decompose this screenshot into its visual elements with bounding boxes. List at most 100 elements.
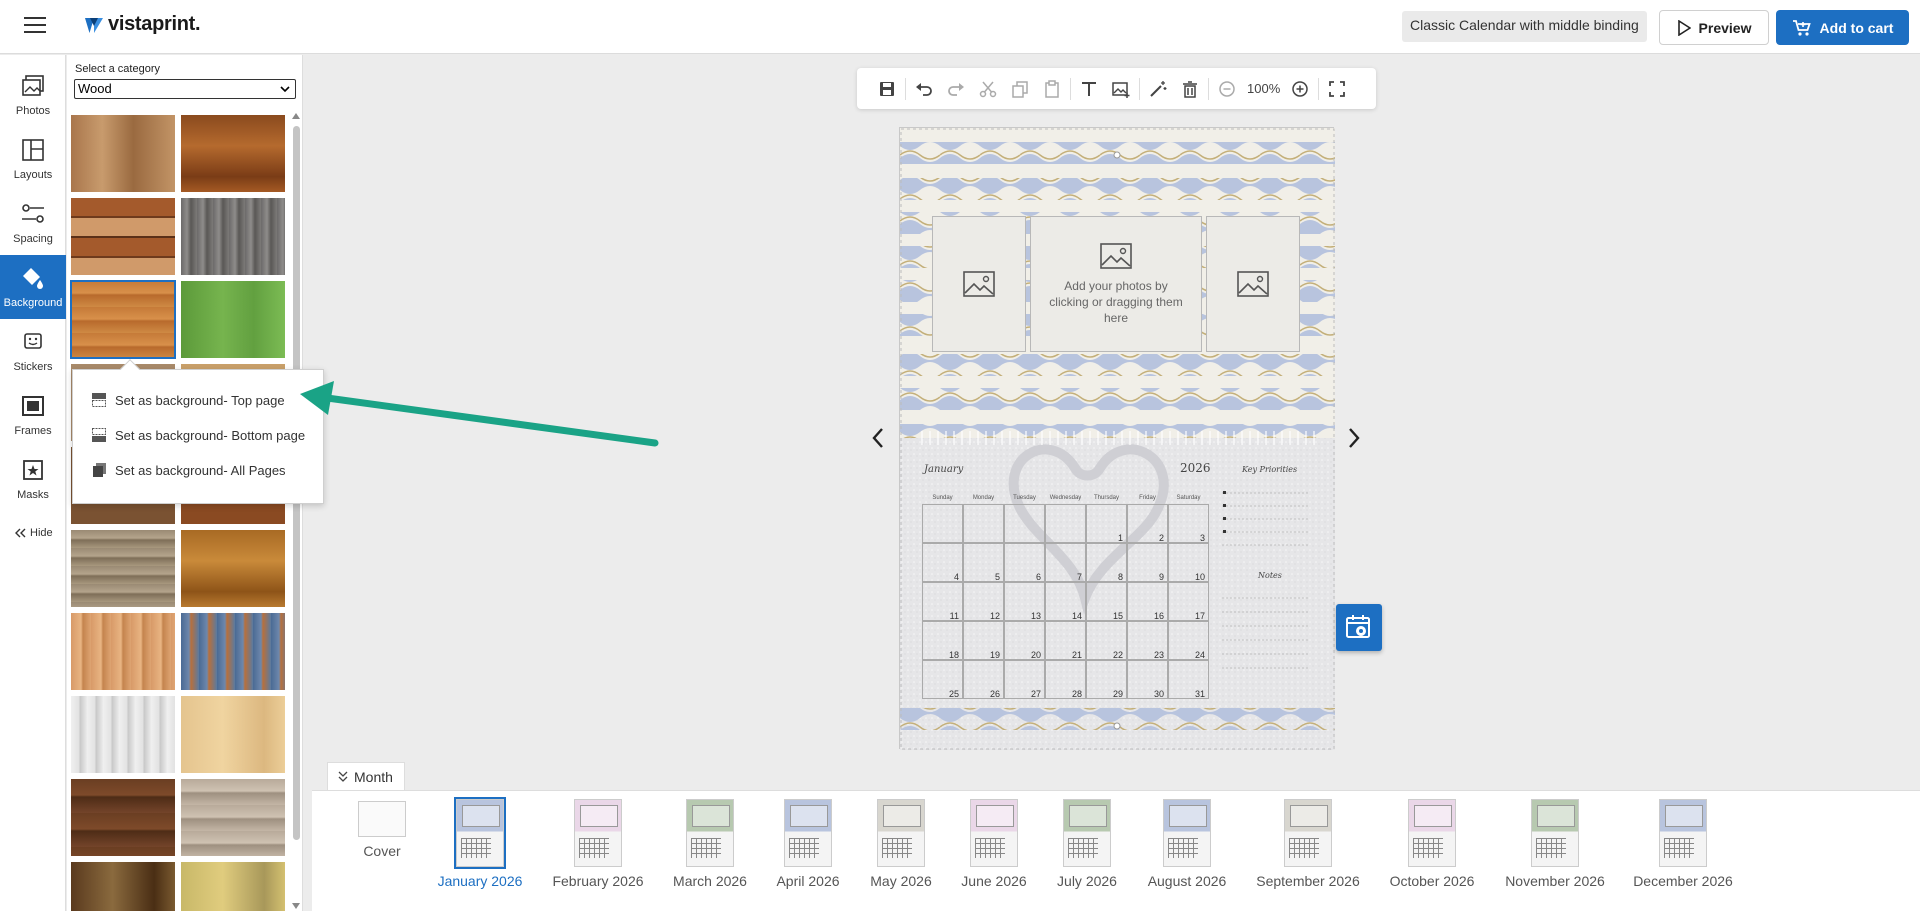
category-select[interactable]: Wood xyxy=(74,79,296,99)
next-page-icon[interactable] xyxy=(1344,425,1364,451)
rail-item-background[interactable]: Background xyxy=(0,255,66,319)
rail-item-masks[interactable]: Masks xyxy=(0,447,66,511)
month-thumbnail-label: August 2026 xyxy=(1147,873,1227,889)
month-thumbnail[interactable]: December 2026 xyxy=(1633,799,1733,889)
month-thumbnail[interactable]: February 2026 xyxy=(552,799,644,889)
product-name: Classic Calendar with middle binding xyxy=(1402,11,1647,42)
zoom-out-icon xyxy=(1219,80,1235,97)
month-thumbnail-preview xyxy=(1163,799,1211,867)
month-thumbnail[interactable]: September 2026 xyxy=(1256,799,1360,889)
wood-thumbnail[interactable] xyxy=(181,779,285,856)
month-thumbnail[interactable]: November 2026 xyxy=(1505,799,1605,889)
calendar-day-number: 28 xyxy=(1071,689,1082,699)
month-thumbnail[interactable]: January 2026 xyxy=(438,797,522,889)
set-background-bottom-page[interactable]: Set as background- Bottom page xyxy=(91,427,305,443)
month-thumbnail[interactable]: July 2026 xyxy=(1047,799,1127,889)
rail-item-photos[interactable]: Photos xyxy=(0,63,66,127)
month-thumbnail-label: September 2026 xyxy=(1256,873,1360,889)
hide-panel-button[interactable]: Hide xyxy=(14,527,53,539)
month-thumbnail[interactable]: June 2026 xyxy=(954,799,1034,889)
redo-button[interactable] xyxy=(940,74,972,104)
save-button[interactable] xyxy=(871,74,903,104)
wood-thumbnail[interactable] xyxy=(181,115,285,192)
calendar-day-cell: 30 xyxy=(1127,660,1168,699)
month-thumbnail[interactable]: May 2026 xyxy=(861,799,941,889)
wood-thumbnail[interactable] xyxy=(71,530,175,607)
editor-toolbar: 100% xyxy=(857,68,1376,109)
month-thumbnail-grid xyxy=(1168,838,1198,858)
photo-slot-right[interactable] xyxy=(1206,216,1300,352)
save-icon xyxy=(880,81,894,96)
wood-thumbnail[interactable] xyxy=(181,613,285,690)
month-thumbnail[interactable]: April 2026 xyxy=(768,799,848,889)
photo-slot-left[interactable] xyxy=(932,216,1026,352)
toolbar-divider xyxy=(1070,77,1071,100)
rail-item-stickers[interactable]: Stickers xyxy=(0,319,66,383)
scroll-up-icon[interactable] xyxy=(291,112,301,120)
calendar-day-cell: 16 xyxy=(1127,582,1168,621)
fullscreen-icon xyxy=(1329,80,1346,97)
weekday-label: Wednesday xyxy=(1049,495,1082,501)
preview-button[interactable]: Preview xyxy=(1659,10,1769,45)
wood-thumbnail[interactable] xyxy=(181,281,285,358)
copy-button[interactable] xyxy=(1004,74,1036,104)
calendar-day-number: 24 xyxy=(1194,650,1205,660)
scroll-down-icon[interactable] xyxy=(291,902,301,910)
rail-item-spacing[interactable]: Spacing xyxy=(0,191,66,255)
set-background-all-pages[interactable]: Set as background- All Pages xyxy=(91,462,286,478)
wood-thumbnail[interactable] xyxy=(181,198,285,275)
paste-icon xyxy=(1045,79,1059,98)
calendar-day-cell: 21 xyxy=(1045,621,1086,660)
wood-thumbnail[interactable] xyxy=(71,613,175,690)
wood-thumbnail[interactable] xyxy=(181,862,285,911)
month-thumbnail[interactable]: March 2026 xyxy=(670,799,750,889)
month-thumbnail-preview xyxy=(1531,799,1579,867)
zoom-out-button[interactable] xyxy=(1211,74,1243,104)
calendar-settings-button[interactable] xyxy=(1336,604,1382,651)
calendar-day-number: 4 xyxy=(953,572,959,582)
photo-slot-center[interactable]: Add your photos by clicking or dragging … xyxy=(1030,216,1202,352)
rail-item-frames[interactable]: Frames xyxy=(0,383,66,447)
month-thumbnail[interactable]: August 2026 xyxy=(1147,799,1227,889)
paste-button[interactable] xyxy=(1036,74,1068,104)
month-thumbnail[interactable]: Cover xyxy=(342,799,422,859)
add-image-button[interactable] xyxy=(1105,74,1137,104)
month-thumbnail-photo-area xyxy=(580,805,618,827)
paint-bucket-icon xyxy=(23,268,43,289)
wood-thumbnail[interactable] xyxy=(71,198,175,275)
undo-button[interactable] xyxy=(908,74,940,104)
menu-icon[interactable] xyxy=(24,17,46,35)
wood-thumbnail[interactable] xyxy=(71,862,175,911)
fullscreen-button[interactable] xyxy=(1321,74,1353,104)
wood-thumbnail[interactable] xyxy=(181,696,285,773)
photos-icon xyxy=(22,75,44,96)
cut-button[interactable] xyxy=(972,74,1004,104)
zoom-in-button[interactable] xyxy=(1284,74,1316,104)
clear-page-button[interactable] xyxy=(1174,74,1206,104)
rail-label: Stickers xyxy=(13,361,53,373)
previous-page-icon[interactable] xyxy=(868,425,888,451)
panel-scrollbar[interactable] xyxy=(291,112,301,910)
brand-logo[interactable]: vistaprint. xyxy=(84,13,201,36)
month-strip: Cover January 2026 February 2026 March 2026… xyxy=(312,790,1920,911)
month-strip-toggle[interactable]: Month xyxy=(327,762,405,790)
wood-thumbnail[interactable] xyxy=(181,530,285,607)
wood-thumbnail[interactable] xyxy=(71,696,175,773)
calendar-day-cell: 19 xyxy=(963,621,1004,660)
set-background-top-page[interactable]: Set as background- Top page xyxy=(91,392,285,408)
rail-label: Frames xyxy=(14,425,52,437)
calendar-day-number: 14 xyxy=(1071,611,1082,621)
month-thumbnail[interactable]: October 2026 xyxy=(1390,799,1474,889)
calendar-day-cell xyxy=(1004,504,1045,543)
rail-label: Spacing xyxy=(13,233,53,245)
hide-label: Hide xyxy=(30,527,53,539)
wood-thumbnail[interactable] xyxy=(70,280,176,359)
add-text-button[interactable] xyxy=(1073,74,1105,104)
calendar-day-cell: 7 xyxy=(1045,543,1086,582)
wood-thumbnail[interactable] xyxy=(71,779,175,856)
magic-fill-button[interactable] xyxy=(1142,74,1174,104)
wood-thumbnail[interactable] xyxy=(71,115,175,192)
month-thumbnail-grid xyxy=(691,838,721,858)
add-to-cart-button[interactable]: Add to cart xyxy=(1776,10,1909,45)
rail-item-layouts[interactable]: Layouts xyxy=(0,127,66,191)
